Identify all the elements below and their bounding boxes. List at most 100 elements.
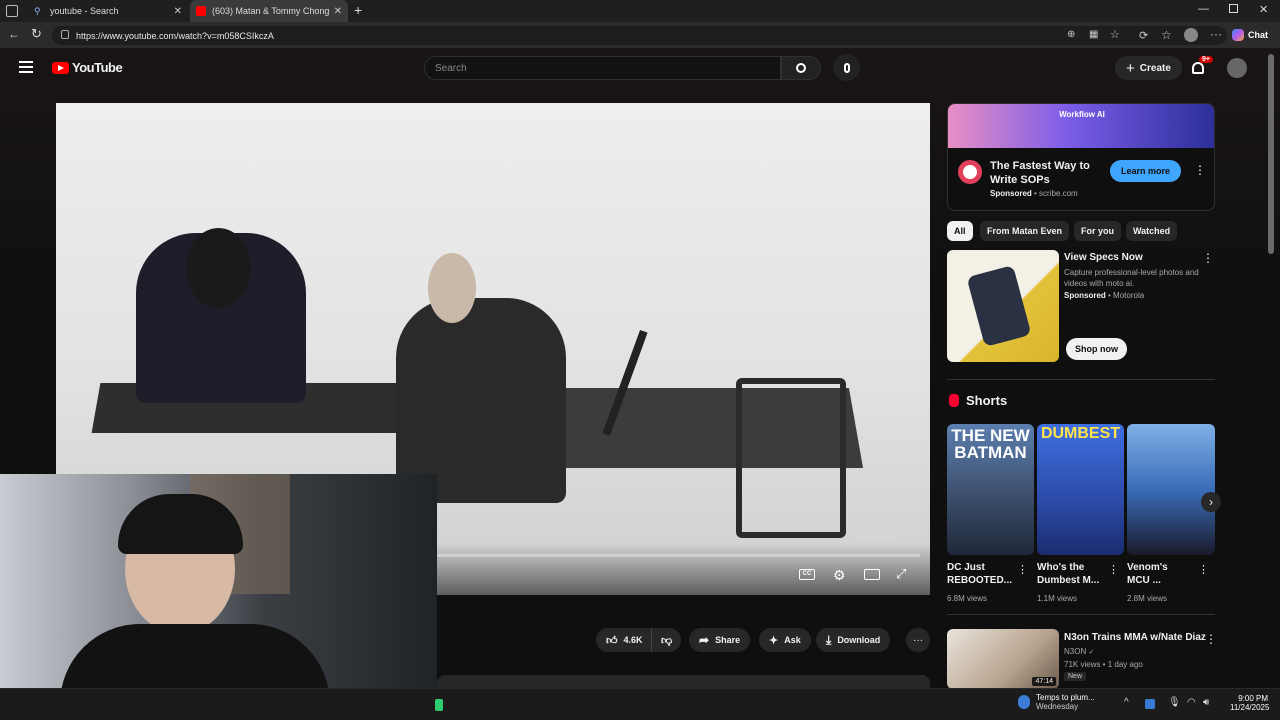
- youtube-logo[interactable]: YouTube: [52, 60, 123, 75]
- learn-more-button[interactable]: Learn more: [1110, 160, 1182, 182]
- chip-watched[interactable]: Watched: [1126, 221, 1178, 241]
- ad-meta: Sponsored • scribe.com: [990, 189, 1078, 198]
- short-views-2: 1.1M views: [1037, 594, 1078, 603]
- tab-actions-icon[interactable]: [6, 5, 18, 17]
- new-badge: New: [1064, 672, 1087, 681]
- like-button[interactable]: 👍︎ 4.6K: [596, 628, 651, 652]
- thumbs-up-icon: 👍︎: [606, 634, 618, 647]
- shop-now-button[interactable]: Shop now: [1066, 338, 1127, 360]
- short-more-icon-3[interactable]: ⋮: [1198, 563, 1209, 576]
- close-tab-icon[interactable]: ✕: [174, 6, 182, 17]
- tray-app-icon[interactable]: [1145, 699, 1155, 709]
- youtube-favicon-icon: [196, 6, 206, 16]
- rec-channel[interactable]: N3ON ✓: [1064, 647, 1094, 656]
- menu-icon[interactable]: [19, 61, 33, 73]
- chat-button[interactable]: Chat: [1232, 27, 1268, 43]
- translate-icon[interactable]: ⊕: [1067, 29, 1075, 40]
- scrollbar-thumb[interactable]: [1268, 54, 1274, 254]
- ad-more-icon[interactable]: ⋮: [1194, 163, 1206, 177]
- chip-all[interactable]: All: [947, 221, 973, 241]
- download-icon: ⤓: [826, 632, 832, 647]
- rec-more-icon[interactable]: ⋮: [1205, 632, 1217, 646]
- close-window-button[interactable]: ✕: [1259, 3, 1268, 16]
- favorite-star-icon[interactable]: ☆: [1110, 28, 1120, 41]
- sponsored-label: Sponsored: [1064, 291, 1106, 300]
- ad2-title[interactable]: View Specs Now: [1064, 251, 1143, 264]
- more-actions-button[interactable]: ···: [906, 628, 930, 652]
- phone-image: [966, 265, 1032, 347]
- dislike-button[interactable]: 👎︎: [651, 628, 682, 652]
- weather-label: Temps to plum...: [1036, 693, 1095, 702]
- webcam-overlay: [0, 474, 437, 720]
- chip-for-you[interactable]: For you: [1074, 221, 1121, 241]
- close-tab-icon[interactable]: ✕: [334, 6, 342, 17]
- short-more-icon-1[interactable]: ⋮: [1017, 563, 1028, 576]
- restore-button[interactable]: [1229, 4, 1238, 13]
- tab-youtube-search[interactable]: ⚲ youtube - Search ✕: [28, 0, 188, 22]
- scrollbar[interactable]: [1268, 54, 1274, 684]
- tab-bar: ⚲ youtube - Search ✕ (603) Matan & Tommy…: [0, 0, 1280, 22]
- extensions-icon[interactable]: ⟳: [1139, 29, 1148, 42]
- shorts-header: Shorts: [949, 393, 1007, 408]
- clock[interactable]: 9:00 PM 11/24/2025: [1230, 694, 1269, 712]
- tab-youtube-video[interactable]: (603) Matan & Tommy Chong Ge ✕: [190, 0, 348, 22]
- ask-button[interactable]: ✦ Ask: [759, 628, 811, 652]
- weather-widget[interactable]: Temps to plum... Wednesday: [1018, 693, 1095, 711]
- ad-card[interactable]: Workflow AI The Fastest Way to Write SOP…: [947, 103, 1215, 211]
- search-box[interactable]: Search: [424, 56, 781, 80]
- short-views-3: 2.8M views: [1127, 594, 1168, 603]
- shorts-next-button[interactable]: ›: [1201, 492, 1221, 512]
- profile-avatar[interactable]: [1184, 28, 1198, 42]
- short-thumbnail-3[interactable]: [1127, 424, 1215, 555]
- short-title-3[interactable]: Venom's MCU ...: [1127, 561, 1189, 587]
- more-menu-icon[interactable]: ···: [1210, 27, 1222, 41]
- shorts-heading: Shorts: [966, 393, 1008, 408]
- wifi-icon[interactable]: ◠: [1187, 697, 1196, 708]
- chip-from-matan-even[interactable]: From Matan Even: [980, 221, 1070, 241]
- minimize-button[interactable]: —: [1198, 3, 1209, 15]
- notifications-button[interactable]: 9+: [1191, 56, 1213, 76]
- ad2-more-icon[interactable]: ⋮: [1202, 251, 1214, 265]
- motorola-ad-thumbnail[interactable]: [947, 250, 1059, 362]
- rec-meta: 71K views • 1 day ago: [1064, 660, 1143, 669]
- search-icon: ⚲: [34, 6, 41, 16]
- taskbar-app-icon[interactable]: [435, 699, 443, 711]
- tray-chevron-icon[interactable]: ^: [1124, 697, 1129, 708]
- theater-mode-icon[interactable]: [864, 569, 880, 580]
- account-avatar[interactable]: [1227, 58, 1247, 78]
- back-icon[interactable]: ←: [8, 27, 20, 41]
- rec-title[interactable]: N3on Trains MMA w/Nate Diaz: [1064, 631, 1206, 644]
- ad-title: The Fastest Way to Write SOPs: [990, 160, 1090, 186]
- create-button[interactable]: + Create: [1115, 56, 1182, 80]
- rec-thumbnail[interactable]: 47:14: [947, 629, 1059, 688]
- description-box[interactable]: [437, 675, 930, 688]
- plus-icon: +: [1126, 59, 1135, 77]
- clock-time: 9:00 PM: [1238, 694, 1268, 703]
- search-input[interactable]: Search: [435, 63, 467, 74]
- tray-mic-icon[interactable]: 🎙︎: [1168, 697, 1181, 708]
- search-button[interactable]: [781, 56, 821, 80]
- chat-label: Chat: [1248, 30, 1268, 40]
- section-divider: [947, 614, 1215, 615]
- url-text: https://www.youtube.com/watch?v=m058CSIk…: [76, 30, 274, 41]
- short-thumbnail-2[interactable]: DUMBEST: [1037, 424, 1124, 555]
- url-field[interactable]: https://www.youtube.com/watch?v=m058CSIk…: [52, 26, 1227, 45]
- fullscreen-icon[interactable]: ⤢: [896, 566, 906, 582]
- voice-search-button[interactable]: [833, 54, 860, 81]
- new-tab-button[interactable]: +: [354, 2, 362, 18]
- volume-icon[interactable]: 🔊︎: [1203, 697, 1209, 708]
- ask-label: Ask: [784, 635, 801, 645]
- share-button[interactable]: ➦ Share: [689, 628, 751, 652]
- captions-icon[interactable]: CC: [799, 569, 815, 580]
- favorites-icon[interactable]: ☆: [1161, 28, 1172, 42]
- short-more-icon-2[interactable]: ⋮: [1108, 563, 1119, 576]
- ad-banner[interactable]: Workflow AI: [948, 104, 1214, 148]
- settings-gear-icon[interactable]: ⚙: [833, 567, 846, 584]
- weather-text: Temps to plum... Wednesday: [1036, 693, 1095, 711]
- short-title-2[interactable]: Who's the Dumbest M...: [1037, 561, 1103, 587]
- refresh-icon[interactable]: ↻: [31, 26, 42, 42]
- app-icon[interactable]: ▦: [1089, 29, 1098, 40]
- download-button[interactable]: ⤓ Download: [816, 628, 891, 652]
- short-title-1[interactable]: DC Just REBOOTED...: [947, 561, 1012, 587]
- short-thumbnail-1[interactable]: THE NEW BATMAN: [947, 424, 1034, 555]
